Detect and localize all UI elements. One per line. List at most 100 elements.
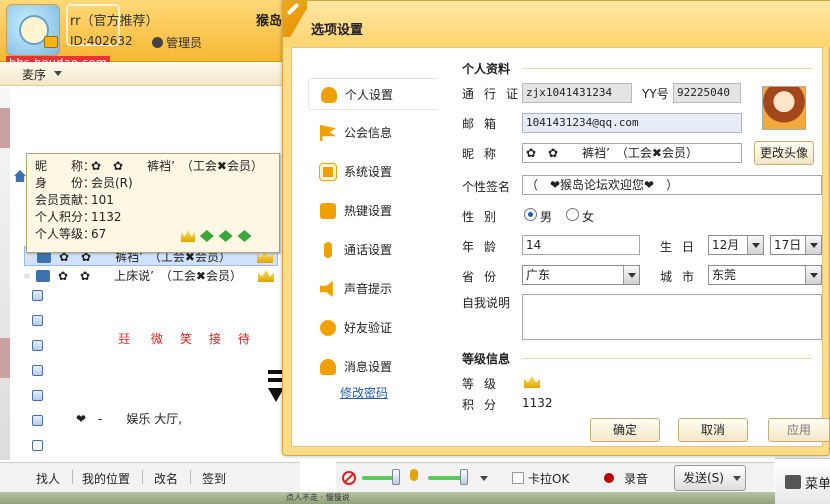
tooltip-row: 个人积分：1132: [35, 209, 271, 226]
expand-icon[interactable]: [32, 440, 43, 451]
apply-button[interactable]: 应用: [768, 418, 830, 442]
signature-field[interactable]: （ ❤猴岛论坛欢迎您❤ ）: [522, 175, 822, 195]
karaoke-label[interactable]: 卡拉OK: [528, 470, 569, 487]
my-position-link[interactable]: 我的位置: [82, 470, 130, 487]
chevron-down-icon[interactable]: [480, 476, 488, 481]
dialog-titlebar[interactable]: 选项设置: [283, 1, 830, 47]
nav-hotkey-settings[interactable]: 热键设置: [308, 195, 438, 227]
home-icon[interactable]: [14, 170, 26, 182]
crown-icon: [258, 270, 274, 282]
role-label: 管理员: [152, 34, 202, 51]
divider: [142, 470, 143, 484]
channel-welcome-line[interactable]: 㠭 微笑接待 㠭: [118, 330, 300, 347]
sign-in-link[interactable]: 签到: [202, 470, 226, 487]
karaoke-checkbox[interactable]: [512, 472, 524, 484]
channel-hall-line[interactable]: ❤ - 娱乐 大厅,: [76, 410, 182, 427]
tooltip-key: 个人积分：: [35, 210, 96, 224]
grade-label: 等级: [462, 377, 507, 391]
welcome-mark: 㠭: [118, 332, 131, 346]
chevron-down-icon[interactable]: [805, 236, 821, 254]
change-password-link[interactable]: 修改密码: [340, 384, 388, 401]
camera-off-icon[interactable]: [342, 471, 356, 485]
gender-female-label[interactable]: 女: [582, 208, 594, 225]
age-field[interactable]: 14: [522, 235, 640, 255]
bio-textarea[interactable]: [522, 294, 822, 340]
nav-friend-verification[interactable]: 好友验证: [308, 312, 438, 344]
diamond-icon: [218, 230, 233, 242]
bottom-left-toolbar: 找人 我的位置 改名 签到: [0, 462, 300, 492]
tooltip-key: 个人等级：: [35, 227, 96, 241]
sort-dropdown-label[interactable]: 麦序: [22, 66, 46, 83]
tooltip-row: 昵 称：✿ ✿ 裤裆’ （工会✖会员）: [35, 158, 271, 175]
gender-male-label[interactable]: 男: [540, 208, 552, 225]
yy-label: YY号: [642, 87, 669, 101]
user-avatar[interactable]: [6, 4, 60, 56]
nav-message-settings[interactable]: 消息设置: [308, 351, 438, 383]
main-header: rr（官方推荐） ID:402632 管理员 猴岛: [0, 0, 300, 62]
nav-system-settings[interactable]: 系统设置: [308, 156, 438, 188]
strip-piece: [0, 338, 10, 378]
lock-icon[interactable]: [32, 315, 43, 326]
gender-label: 性别: [462, 210, 507, 224]
birthday-label: 生日: [660, 240, 705, 254]
nav-personal-settings[interactable]: 个人设置: [308, 78, 438, 110]
chevron-down-icon[interactable]: [54, 71, 62, 76]
user-id-label: ID:402632: [70, 34, 133, 48]
change-avatar-button[interactable]: 更改头像: [754, 141, 814, 165]
section-title-level: 等级信息: [462, 352, 511, 366]
chevron-down-icon[interactable]: [805, 266, 821, 284]
person-icon: [321, 87, 337, 103]
nav-call-settings[interactable]: 通话设置: [308, 234, 438, 266]
find-user-link[interactable]: 找人: [36, 470, 60, 487]
nav-label: 声音提示: [344, 282, 393, 296]
slider-handle[interactable]: [460, 469, 468, 485]
lock-icon[interactable]: [32, 365, 43, 376]
gear-icon: [319, 163, 337, 181]
signature-label: 个性签名: [462, 180, 511, 194]
mic-volume-slider[interactable]: [428, 476, 464, 480]
chevron-down-icon[interactable]: [623, 266, 639, 284]
yy-number-field: 92225040: [673, 83, 741, 103]
rename-link[interactable]: 改名: [154, 470, 178, 487]
tooltip-key: 会员贡献：: [35, 193, 96, 207]
lock-icon[interactable]: [32, 290, 43, 301]
lock-icon[interactable]: [32, 390, 43, 401]
send-button[interactable]: 发送(S): [674, 465, 746, 491]
tooltip-value: ✿ ✿ 裤裆’ （工会✖会员）: [91, 159, 263, 173]
ok-button[interactable]: 确定: [590, 418, 660, 442]
menu-button[interactable]: 菜单: [775, 458, 830, 504]
select-value: 东莞: [712, 268, 737, 282]
nav-label: 消息设置: [344, 360, 393, 374]
lock-icon[interactable]: [32, 340, 43, 351]
email-field[interactable]: 1041431234@qq.com: [522, 113, 742, 133]
nav-guild-info[interactable]: 公会信息: [308, 117, 438, 149]
gender-male-radio[interactable]: [524, 208, 537, 221]
nav-sound-alerts[interactable]: 声音提示: [308, 273, 438, 305]
age-label: 年龄: [462, 240, 507, 254]
divider: [522, 358, 812, 359]
city-select[interactable]: 东莞: [708, 265, 822, 285]
lock-icon[interactable]: [32, 415, 43, 426]
birth-day-select[interactable]: 17日: [770, 235, 822, 255]
voice-toolbar: 卡拉OK 录音 发送(S): [336, 462, 774, 492]
province-select[interactable]: 广东: [522, 265, 640, 285]
points-value: 1132: [522, 396, 553, 410]
birth-month-select[interactable]: 12月: [708, 235, 764, 255]
slider-handle[interactable]: [392, 469, 400, 485]
crown-icon: [524, 376, 540, 388]
mic-icon[interactable]: [410, 469, 418, 481]
main-window-title: rr（官方推荐）: [70, 14, 159, 29]
menu-label: 菜单: [805, 477, 830, 492]
chevron-down-icon[interactable]: [747, 236, 763, 254]
select-value: 17日: [774, 238, 802, 252]
gender-female-radio[interactable]: [566, 208, 579, 221]
tooltip-value: 101: [91, 193, 114, 207]
member-row[interactable]: ✿ ✿ 上床说’ （工会✖会员）: [24, 266, 278, 286]
record-label[interactable]: 录音: [624, 470, 648, 487]
record-icon[interactable]: [604, 473, 614, 483]
nickname-field[interactable]: ✿ ✿ 裤裆’ （工会✖会员）: [522, 143, 742, 163]
mic-icon: [324, 242, 332, 258]
send-label: 发送(S): [683, 471, 724, 485]
chevron-down-icon[interactable]: [733, 476, 741, 481]
cancel-button[interactable]: 取消: [678, 418, 748, 442]
